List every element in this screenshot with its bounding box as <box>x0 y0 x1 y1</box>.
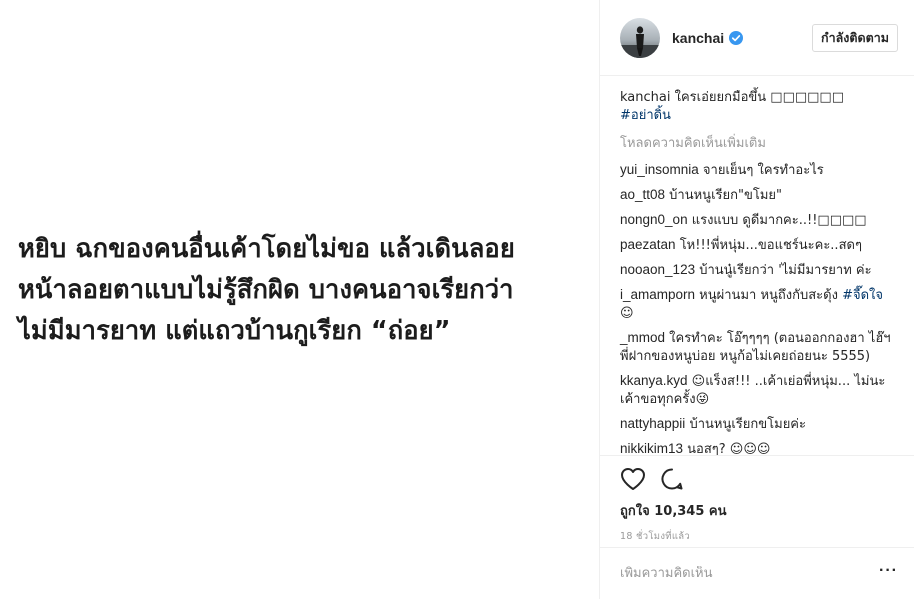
caption-username[interactable]: kanchai <box>620 90 670 105</box>
username[interactable]: kanchai <box>672 30 724 46</box>
comment-username[interactable]: nattyhappii <box>620 416 685 431</box>
add-comment-input[interactable] <box>620 566 880 581</box>
comment-username[interactable]: kkanya.kyd <box>620 373 688 388</box>
comment-text: บ้านหนูเรียกขโมยค่ะ <box>685 417 806 432</box>
action-bar <box>620 456 898 496</box>
comment-text: บ้านนู๋เรียกว่า 'ไม่มีมารยาท ค่ะ <box>695 263 872 278</box>
comment-text: หนูผ่านมา หนูถึงกับสะดุ้ง <box>695 288 843 303</box>
ellipsis-icon[interactable]: ··· <box>879 562 898 582</box>
comment-item: ao_tt08 บ้านหนูเรียก"ขโมย" <box>620 186 898 205</box>
comment-emoji: ☺ <box>620 306 634 321</box>
add-comment-bar: ··· <box>600 547 914 599</box>
comment-text: นอสๆ? ☺☺☺ <box>683 442 771 455</box>
post-sidebar: kanchai กำลังติดตาม kanchai ใครเอ่ยยกมือ… <box>600 0 914 599</box>
comment-username[interactable]: ao_tt08 <box>620 187 665 202</box>
heart-icon[interactable] <box>620 467 646 491</box>
comment-username[interactable]: yui_insomnia <box>620 162 699 177</box>
comment-item: i_amamporn หนูผ่านมา หนูถึงกับสะดุ้ง #จี… <box>620 286 898 323</box>
comment-username[interactable]: nooaon_123 <box>620 262 695 277</box>
likes-count[interactable]: ถูกใจ 10,345 คน <box>620 500 898 521</box>
comment-username[interactable]: nikkikim13 <box>620 441 683 455</box>
comment-username[interactable]: i_amamporn <box>620 287 695 302</box>
comment-item: kkanya.kyd ☺แร็งส!!! ..เค้าเย่อพี่หนุ่ม.… <box>620 372 898 409</box>
post-footer: ถูกใจ 10,345 คน 18 ชั่วโมงที่แล้ว <box>600 455 914 544</box>
post-image-line: หยิบ ฉกของคนอื่นเค้าโดยไม่ขอ แล้วเดินลอย <box>18 234 515 264</box>
comment-text: จายเย็นๆ ใครทำอะไร <box>698 163 824 178</box>
caption-text: ใครเอ่ยยกมือขึ้น □□□□□□ <box>670 90 844 105</box>
comment-username[interactable]: paezatan <box>620 237 676 252</box>
following-button[interactable]: กำลังติดตาม <box>812 23 898 52</box>
post-image[interactable]: หยิบ ฉกของคนอื่นเค้าโดยไม่ขอ แล้วเดินลอย… <box>0 0 600 599</box>
load-more-comments-link[interactable]: โหลดความคิดเห็นเพิ่มเติม <box>620 135 898 153</box>
caption: kanchai ใครเอ่ยยกมือขึ้น □□□□□□ #อย่าดิ้… <box>620 89 898 125</box>
comment-username[interactable]: _mmod <box>620 330 665 345</box>
comment-text: แรงแบบ ดูดีมากคะ..!!□□□□ <box>687 213 867 228</box>
comment-item: nongn0_on แรงแบบ ดูดีมากคะ..!!□□□□ <box>620 211 898 230</box>
avatar[interactable] <box>620 17 660 58</box>
comment-item: _mmod ใครทำคะ โอ๊ๆๆๆๆ (ตอนออกกองฮา ไฮ๊ฯ … <box>620 329 898 366</box>
comments-list[interactable]: kanchai ใครเอ่ยยกมือขึ้น □□□□□□ #อย่าดิ้… <box>600 76 914 455</box>
comment-text: บ้านหนูเรียก"ขโมย" <box>665 188 783 203</box>
post-container: หยิบ ฉกของคนอื่นเค้าโดยไม่ขอ แล้วเดินลอย… <box>0 0 914 599</box>
comment-bubble-icon[interactable] <box>660 467 684 491</box>
comment-item: nattyhappii บ้านหนูเรียกขโมยค่ะ <box>620 415 898 434</box>
comment-item: yui_insomnia จายเย็นๆ ใครทำอะไร <box>620 161 898 180</box>
verified-badge-icon <box>729 30 744 45</box>
post-timestamp[interactable]: 18 ชั่วโมงที่แล้ว <box>620 529 898 544</box>
comment-item: nooaon_123 บ้านนู๋เรียกว่า 'ไม่มีมารยาท … <box>620 261 898 280</box>
comment-text: โห!!!พี่หนุ่ม...ขอแชร์นะคะ..สดๆ <box>675 238 862 253</box>
post-image-text: หยิบ ฉกของคนอื่นเค้าโดยไม่ขอ แล้วเดินลอย… <box>18 229 598 352</box>
post-header: kanchai กำลังติดตาม <box>600 0 914 76</box>
comment-username[interactable]: nongn0_on <box>620 212 688 227</box>
post-image-line: หน้าลอยตาแบบไม่รู้สึกผิด บางคนอาจเรียกว่… <box>18 275 514 305</box>
post-image-line: ไม่มีมารยาท แต่แถวบ้านกูเรียก “ถ่อย” <box>18 316 451 346</box>
comment-item: paezatan โห!!!พี่หนุ่ม...ขอแชร์นะคะ..สดๆ <box>620 236 898 255</box>
comment-hashtag[interactable]: #จี๊ดใจ <box>842 288 883 303</box>
caption-hashtag[interactable]: #อย่าดิ้น <box>620 108 671 123</box>
comment-item: nikkikim13 นอสๆ? ☺☺☺ <box>620 440 898 455</box>
